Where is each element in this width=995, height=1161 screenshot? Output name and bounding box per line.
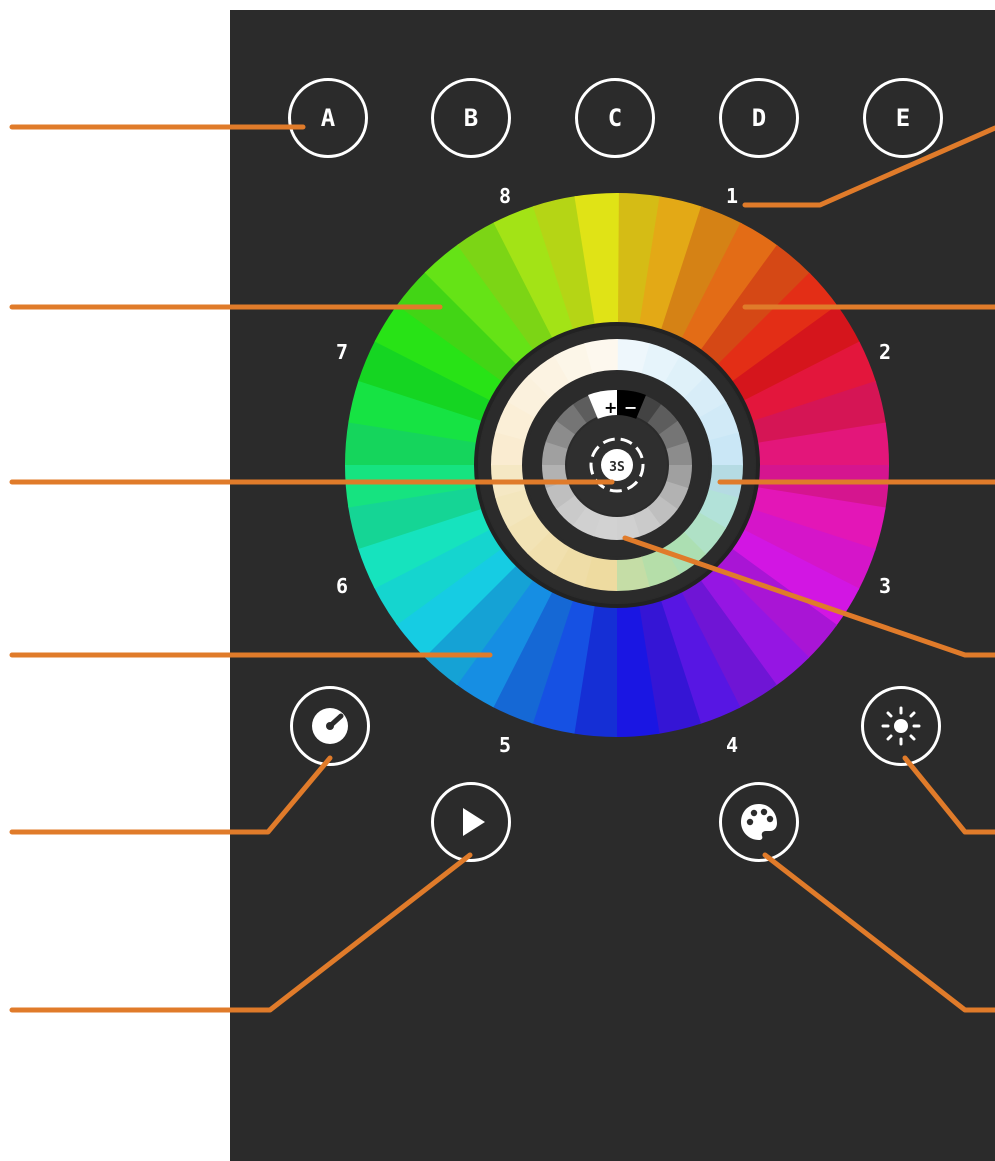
callout-line-play xyxy=(9,852,473,1013)
callout-line-speed xyxy=(9,755,333,835)
callout-line-palette xyxy=(762,852,995,1013)
callout-line-brightness-ring xyxy=(622,535,995,658)
callout-line-brightness xyxy=(902,755,995,835)
callout-overlay xyxy=(9,124,995,1013)
callout-line-zone-1 xyxy=(742,125,995,208)
